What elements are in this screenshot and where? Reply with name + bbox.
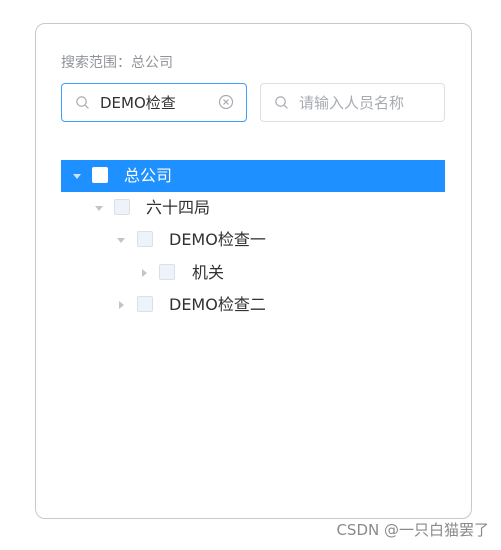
search-icon bbox=[76, 96, 89, 109]
tree-node-label: 机关 bbox=[192, 263, 225, 282]
tree-node-checkbox[interactable] bbox=[159, 264, 175, 280]
caret-down-icon[interactable] bbox=[94, 203, 104, 213]
tree-node-demo-check-1[interactable]: DEMO检查一 bbox=[61, 224, 445, 256]
tree-node-demo-check-2[interactable]: DEMO检查二 bbox=[61, 289, 445, 321]
caret-right-icon[interactable] bbox=[116, 300, 126, 310]
tree-node-head-office[interactable]: 总公司 bbox=[61, 160, 445, 192]
caret-right-icon[interactable] bbox=[139, 268, 149, 278]
tree-node-bureau-64[interactable]: 六十四局 bbox=[61, 192, 445, 224]
caret-down-icon[interactable] bbox=[116, 235, 126, 245]
tree-node-organ[interactable]: 机关 bbox=[61, 257, 445, 289]
tree-node-checkbox[interactable] bbox=[137, 231, 153, 247]
watermark-text: CSDN @一只白猫罢了 bbox=[336, 521, 489, 539]
person-search-placeholder[interactable]: 请输入人员名称 bbox=[299, 93, 404, 113]
tree-node-label: DEMO检查一 bbox=[169, 230, 266, 249]
tree-node-checkbox[interactable] bbox=[114, 199, 130, 215]
tree-node-checkbox[interactable] bbox=[92, 167, 108, 183]
caret-down-icon[interactable] bbox=[72, 171, 82, 181]
search-icon bbox=[275, 96, 288, 109]
department-search-value[interactable]: DEMO检查 bbox=[100, 93, 176, 113]
tree-node-label: 总公司 bbox=[124, 166, 173, 185]
department-search-input[interactable]: DEMO检查 bbox=[61, 83, 247, 122]
clear-icon[interactable] bbox=[218, 94, 234, 110]
person-search-input[interactable]: 请输入人员名称 bbox=[260, 83, 445, 122]
tree-node-label: 六十四局 bbox=[146, 198, 211, 217]
search-scope-label: 搜索范围：总公司 bbox=[61, 55, 173, 71]
tree-node-checkbox[interactable] bbox=[137, 296, 153, 312]
tree-node-label: DEMO检查二 bbox=[169, 295, 266, 314]
